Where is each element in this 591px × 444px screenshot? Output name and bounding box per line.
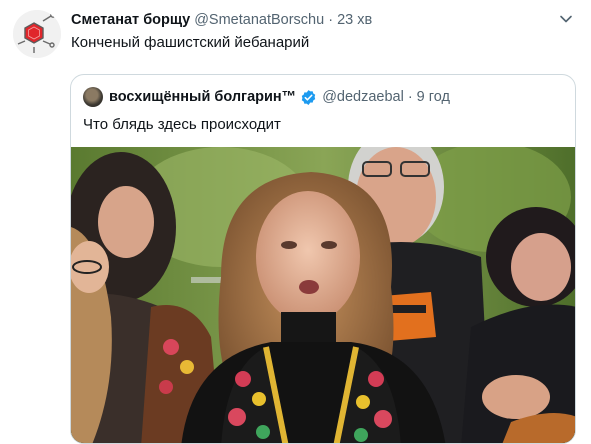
tweet-header: Сметанат борщу @SmetanatBorschu · 23 хв bbox=[71, 10, 591, 30]
quoted-tweet-text: Что блядь здесь происходит bbox=[83, 116, 281, 133]
video-frame-image bbox=[71, 147, 575, 443]
separator-dot: · bbox=[328, 12, 334, 28]
author-avatar[interactable] bbox=[13, 10, 61, 58]
quoted-author-handle[interactable]: @dedzaebal bbox=[322, 87, 404, 107]
tweet-text: Конченый фашистский йебанарий bbox=[71, 34, 310, 51]
quoted-author-avatar[interactable] bbox=[83, 87, 103, 107]
quoted-tweet-media[interactable] bbox=[71, 147, 575, 443]
tweet[interactable]: Сметанат борщу @SmetanatBorschu · 23 хв … bbox=[0, 0, 591, 444]
quoted-author-name[interactable]: восхищённый болгарин™ bbox=[109, 87, 296, 107]
quoted-tweet-time[interactable]: 9 год bbox=[417, 87, 450, 107]
chevron-down-icon[interactable] bbox=[559, 12, 573, 26]
author-handle[interactable]: @SmetanatBorschu bbox=[194, 12, 324, 28]
quoted-tweet[interactable]: восхищённый болгарин™ @dedzaebal · 9 год… bbox=[70, 74, 576, 444]
tweet-time[interactable]: 23 хв bbox=[337, 12, 372, 28]
verified-badge-icon bbox=[301, 89, 316, 105]
benzene-logo-icon bbox=[13, 10, 61, 58]
author-name[interactable]: Сметанат борщу bbox=[71, 12, 190, 28]
quoted-tweet-header: восхищённый болгарин™ @dedzaebal · 9 год bbox=[83, 87, 565, 107]
quoted-separator-dot: · bbox=[407, 89, 413, 105]
